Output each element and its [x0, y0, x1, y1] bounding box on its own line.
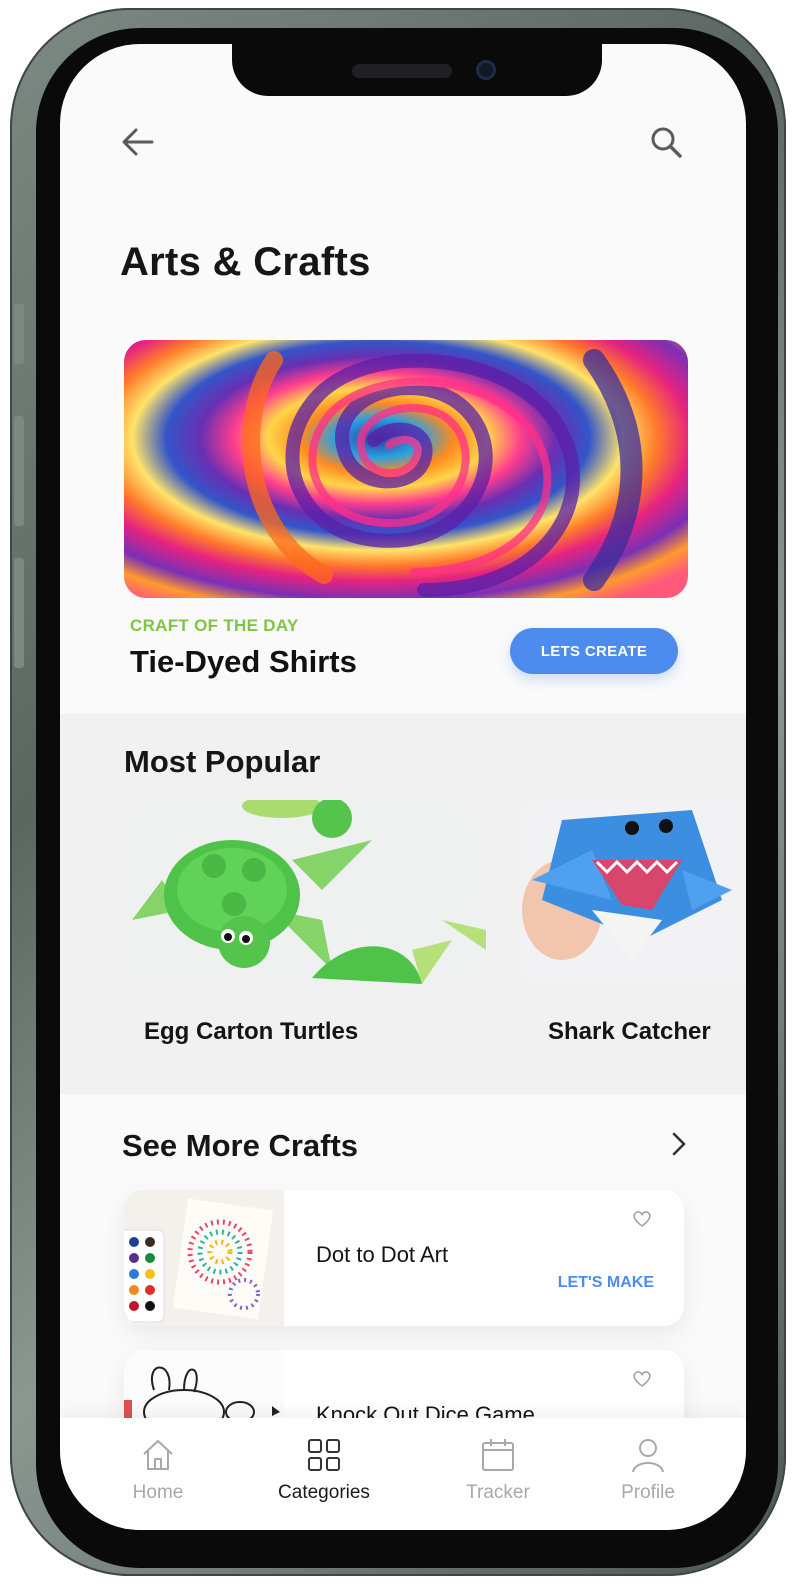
dot-art-thumbnail	[124, 1190, 284, 1326]
home-icon	[143, 1440, 173, 1470]
calendar-icon	[482, 1439, 514, 1471]
grid-icon	[308, 1439, 340, 1471]
volume-up-button	[14, 416, 24, 526]
top-bar	[60, 120, 746, 170]
app-screen: Arts & Crafts CRAFT OF THE DAY Tie-Dyed …	[60, 44, 746, 1530]
popular-item-name: Egg Carton Turtles	[144, 1018, 359, 1045]
craft-of-the-day-label: CRAFT OF THE DAY	[130, 616, 299, 635]
lets-create-button[interactable]: LETS CREATE	[510, 628, 678, 674]
notch	[232, 36, 602, 96]
lets-make-link[interactable]: LET'S MAKE	[558, 1274, 654, 1292]
egg-carton-turtle-image	[122, 800, 486, 984]
heart-icon	[633, 1211, 651, 1227]
tab-home[interactable]: Home	[98, 1436, 218, 1504]
user-icon	[632, 1439, 664, 1473]
favorite-button[interactable]	[632, 1210, 652, 1233]
popular-card-egg-carton-turtles[interactable]	[122, 800, 486, 984]
featured-craft-name: Tie-Dyed Shirts	[130, 644, 357, 679]
volume-down-button	[14, 558, 24, 668]
craft-item-title: Dot to Dot Art	[316, 1242, 449, 1267]
see-more-button[interactable]	[658, 1124, 698, 1164]
back-button[interactable]	[116, 120, 160, 164]
tab-label: Profile	[621, 1482, 675, 1503]
tab-categories[interactable]: Categories	[264, 1436, 384, 1504]
speaker-grille	[352, 64, 452, 78]
search-icon	[651, 127, 682, 158]
page-title: Arts & Crafts	[120, 240, 371, 284]
most-popular-section: Most Popular Egg Carton Turtles Shark Ca…	[60, 714, 746, 1094]
most-popular-title: Most Popular	[124, 744, 321, 779]
chevron-right-icon	[672, 1132, 686, 1156]
tab-label: Home	[132, 1482, 184, 1503]
popular-item-name: Shark Catcher	[548, 1018, 711, 1045]
featured-craft-image[interactable]	[124, 340, 688, 598]
tie-dye-image	[124, 340, 688, 598]
front-camera	[476, 60, 496, 80]
favorite-button[interactable]	[632, 1370, 652, 1393]
tab-tracker[interactable]: Tracker	[438, 1436, 558, 1504]
tab-label: Categories	[278, 1482, 370, 1503]
bottom-tab-bar: Home Categories Tracker Profile	[60, 1418, 746, 1530]
tab-label: Tracker	[466, 1482, 530, 1503]
search-button[interactable]	[644, 120, 688, 164]
mute-switch	[14, 304, 24, 364]
arrow-left-icon	[122, 128, 154, 156]
craft-list-item[interactable]: Dot to Dot Art LET'S MAKE	[124, 1190, 684, 1326]
shark-catcher-image	[522, 800, 746, 984]
see-more-crafts-title: See More Crafts	[122, 1128, 359, 1163]
tab-profile[interactable]: Profile	[588, 1436, 708, 1504]
popular-card-shark-catcher[interactable]	[522, 800, 746, 984]
heart-icon	[633, 1371, 651, 1387]
